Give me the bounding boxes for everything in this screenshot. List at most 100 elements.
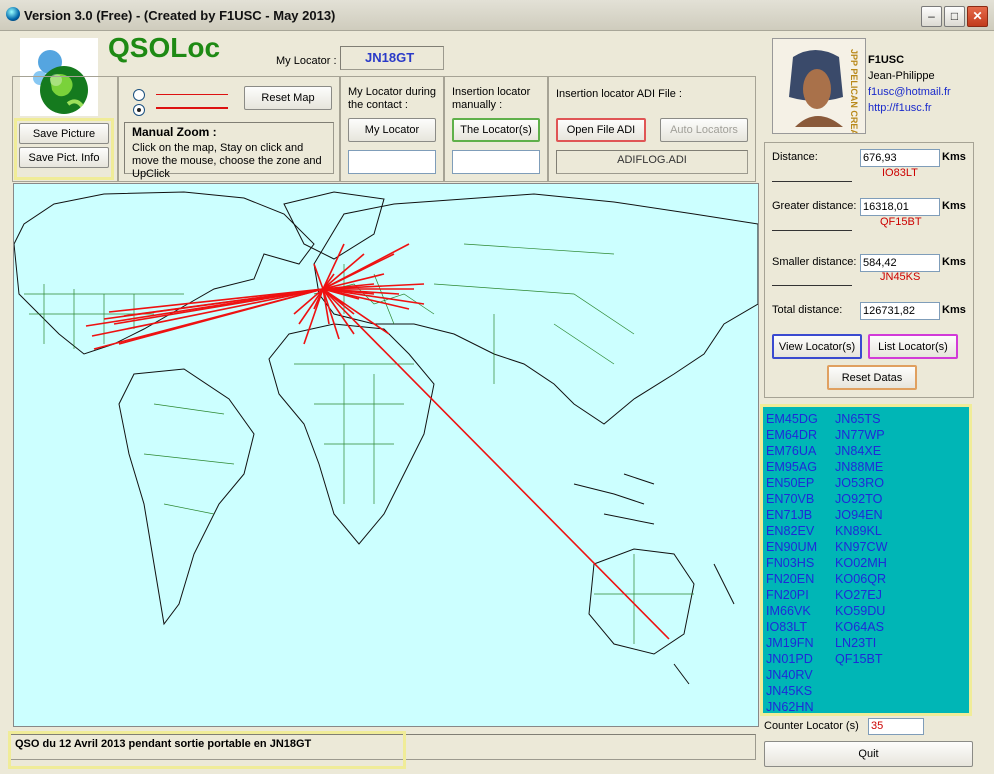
qso-line — [322, 288, 670, 640]
locator-item[interactable]: JO53RO — [835, 475, 887, 491]
author-email-link[interactable]: f1usc@hotmail.fr — [868, 86, 951, 98]
author-photo: JPP PELICAN CREATIVE — [772, 38, 866, 134]
locator-item[interactable]: EM45DG — [766, 411, 818, 427]
qso-line — [108, 288, 324, 313]
contact-locator-input[interactable] — [348, 150, 436, 174]
smaller-distance-unit: Kms — [942, 256, 966, 268]
locator-item[interactable]: JM19FN — [766, 635, 818, 651]
greater-distance-locator: QF15BT — [880, 216, 922, 228]
author-url-link[interactable]: http://f1usc.fr — [868, 102, 932, 114]
quit-button[interactable]: Quit — [764, 741, 973, 767]
locator-item[interactable]: KO02MH — [835, 555, 887, 571]
locator-item[interactable]: JN01PD — [766, 651, 818, 667]
locator-item[interactable]: KO64AS — [835, 619, 887, 635]
africa-coast — [268, 323, 435, 545]
author-name: Jean-Philippe — [868, 70, 935, 82]
locator-item[interactable]: JO94EN — [835, 507, 887, 523]
list-locators-button[interactable]: List Locator(s) — [868, 334, 958, 359]
locator-item[interactable]: FN20PI — [766, 587, 818, 603]
locator-item[interactable]: EN90UM — [766, 539, 818, 555]
distance-label: Distance: — [772, 151, 818, 163]
close-button[interactable]: ✕ — [967, 6, 988, 27]
line-thick-sample — [156, 107, 228, 109]
comment-field[interactable]: QSO du 12 Avril 2013 pendant sortie port… — [12, 735, 402, 759]
locator-item[interactable]: JN65TS — [835, 411, 887, 427]
locator-item[interactable]: EM64DR — [766, 427, 818, 443]
greater-distance-unit: Kms — [942, 200, 966, 212]
locator-item[interactable]: EN82EV — [766, 523, 818, 539]
adi-file-display: ADIFLOG.ADI — [556, 150, 748, 174]
borders-australia — [594, 554, 694, 644]
world-map[interactable] — [13, 183, 759, 727]
total-distance-unit: Kms — [942, 304, 966, 316]
locator-item[interactable]: JN84XE — [835, 443, 887, 459]
minimize-button[interactable]: – — [921, 6, 942, 27]
my-locator-label: My Locator : — [276, 55, 337, 67]
my-locator-button[interactable]: My Locator — [348, 118, 436, 142]
borders-africa — [294, 363, 414, 504]
reset-map-button[interactable]: Reset Map — [244, 86, 332, 110]
locator-item[interactable]: JN62HN — [766, 699, 818, 715]
locator-item[interactable]: FN03HS — [766, 555, 818, 571]
islands-coast — [573, 473, 735, 685]
manual-locator-input[interactable] — [452, 150, 540, 174]
zoom-title: Manual Zoom : — [132, 125, 217, 139]
smaller-distance-locator: JN45KS — [880, 271, 921, 283]
eurasia-coast — [313, 193, 758, 425]
locator-item[interactable]: LN23TI — [835, 635, 887, 651]
locator-item[interactable]: JN40RV — [766, 667, 818, 683]
reset-datas-button[interactable]: Reset Datas — [827, 365, 917, 390]
contact-locator-label: My Locator during the contact : — [348, 86, 437, 111]
my-locator-display: JN18GT — [340, 46, 444, 70]
locator-column-1: EM45DG EM64DR EM76UA EM95AG EN50EP EN70VB EN71… — [766, 411, 818, 715]
adi-file-name: ADIFLOG.ADI — [617, 154, 687, 166]
locator-item[interactable]: JN88ME — [835, 459, 887, 475]
line-thick-radio[interactable] — [133, 104, 145, 116]
locator-item[interactable]: QF15BT — [835, 651, 887, 667]
locator-item[interactable]: KO59DU — [835, 603, 887, 619]
total-distance-label: Total distance: — [772, 304, 843, 316]
locator-item[interactable]: KN89KL — [835, 523, 887, 539]
app-icon — [6, 7, 20, 21]
locator-item[interactable]: IM66VK — [766, 603, 818, 619]
locator-item[interactable]: FN20EN — [766, 571, 818, 587]
smaller-distance-value: 584,42 — [860, 254, 940, 272]
counter-label: Counter Locator (s) — [764, 720, 859, 732]
qso-line — [322, 243, 410, 290]
locator-item[interactable]: EM76UA — [766, 443, 818, 459]
my-locator-value: JN18GT — [365, 50, 415, 65]
locator-item[interactable]: JO92TO — [835, 491, 887, 507]
photo-caption: JPP PELICAN CREATIVE — [849, 49, 859, 133]
open-file-adi-button[interactable]: Open File ADI — [556, 118, 646, 142]
save-picture-info-button[interactable]: Save Pict. Info — [19, 147, 109, 168]
smaller-separator — [772, 285, 852, 286]
adi-label: Insertion locator ADI File : — [556, 88, 682, 100]
maximize-button[interactable]: □ — [944, 6, 965, 27]
locator-item[interactable]: IO83LT — [766, 619, 818, 635]
locator-item[interactable]: JN77WP — [835, 427, 887, 443]
locator-item[interactable]: EN71JB — [766, 507, 818, 523]
locator-item[interactable]: KO27EJ — [835, 587, 887, 603]
distance-locator: IO83LT — [882, 167, 918, 179]
locator-list[interactable]: EM45DG EM64DR EM76UA EM95AG EN50EP EN70VB EN71… — [760, 404, 972, 716]
greater-distance-value: 16318,01 — [860, 198, 940, 216]
the-locators-button[interactable]: The Locator(s) — [452, 118, 540, 142]
save-picture-button[interactable]: Save Picture — [19, 123, 109, 144]
locator-item[interactable]: KN97CW — [835, 539, 887, 555]
greater-separator — [772, 230, 852, 231]
locator-item[interactable]: EN50EP — [766, 475, 818, 491]
title-bar: Version 3.0 (Free) - (Created by F1USC -… — [0, 0, 994, 31]
auto-locators-button[interactable]: Auto Locators — [660, 118, 748, 142]
line-thin-radio[interactable] — [133, 89, 145, 101]
locator-item[interactable]: KO06QR — [835, 571, 887, 587]
qso-lines — [85, 243, 670, 640]
view-locators-button[interactable]: View Locator(s) — [772, 334, 862, 359]
locator-item[interactable]: EM95AG — [766, 459, 818, 475]
locator-item[interactable]: EN70VB — [766, 491, 818, 507]
zoom-help-text: Click on the map, Stay on click and move… — [132, 142, 322, 180]
north-america-coast — [14, 191, 315, 355]
locator-item[interactable]: JN45KS — [766, 683, 818, 699]
borders-south-america — [143, 403, 235, 515]
qso-line — [322, 243, 345, 290]
distance-separator — [772, 181, 852, 182]
